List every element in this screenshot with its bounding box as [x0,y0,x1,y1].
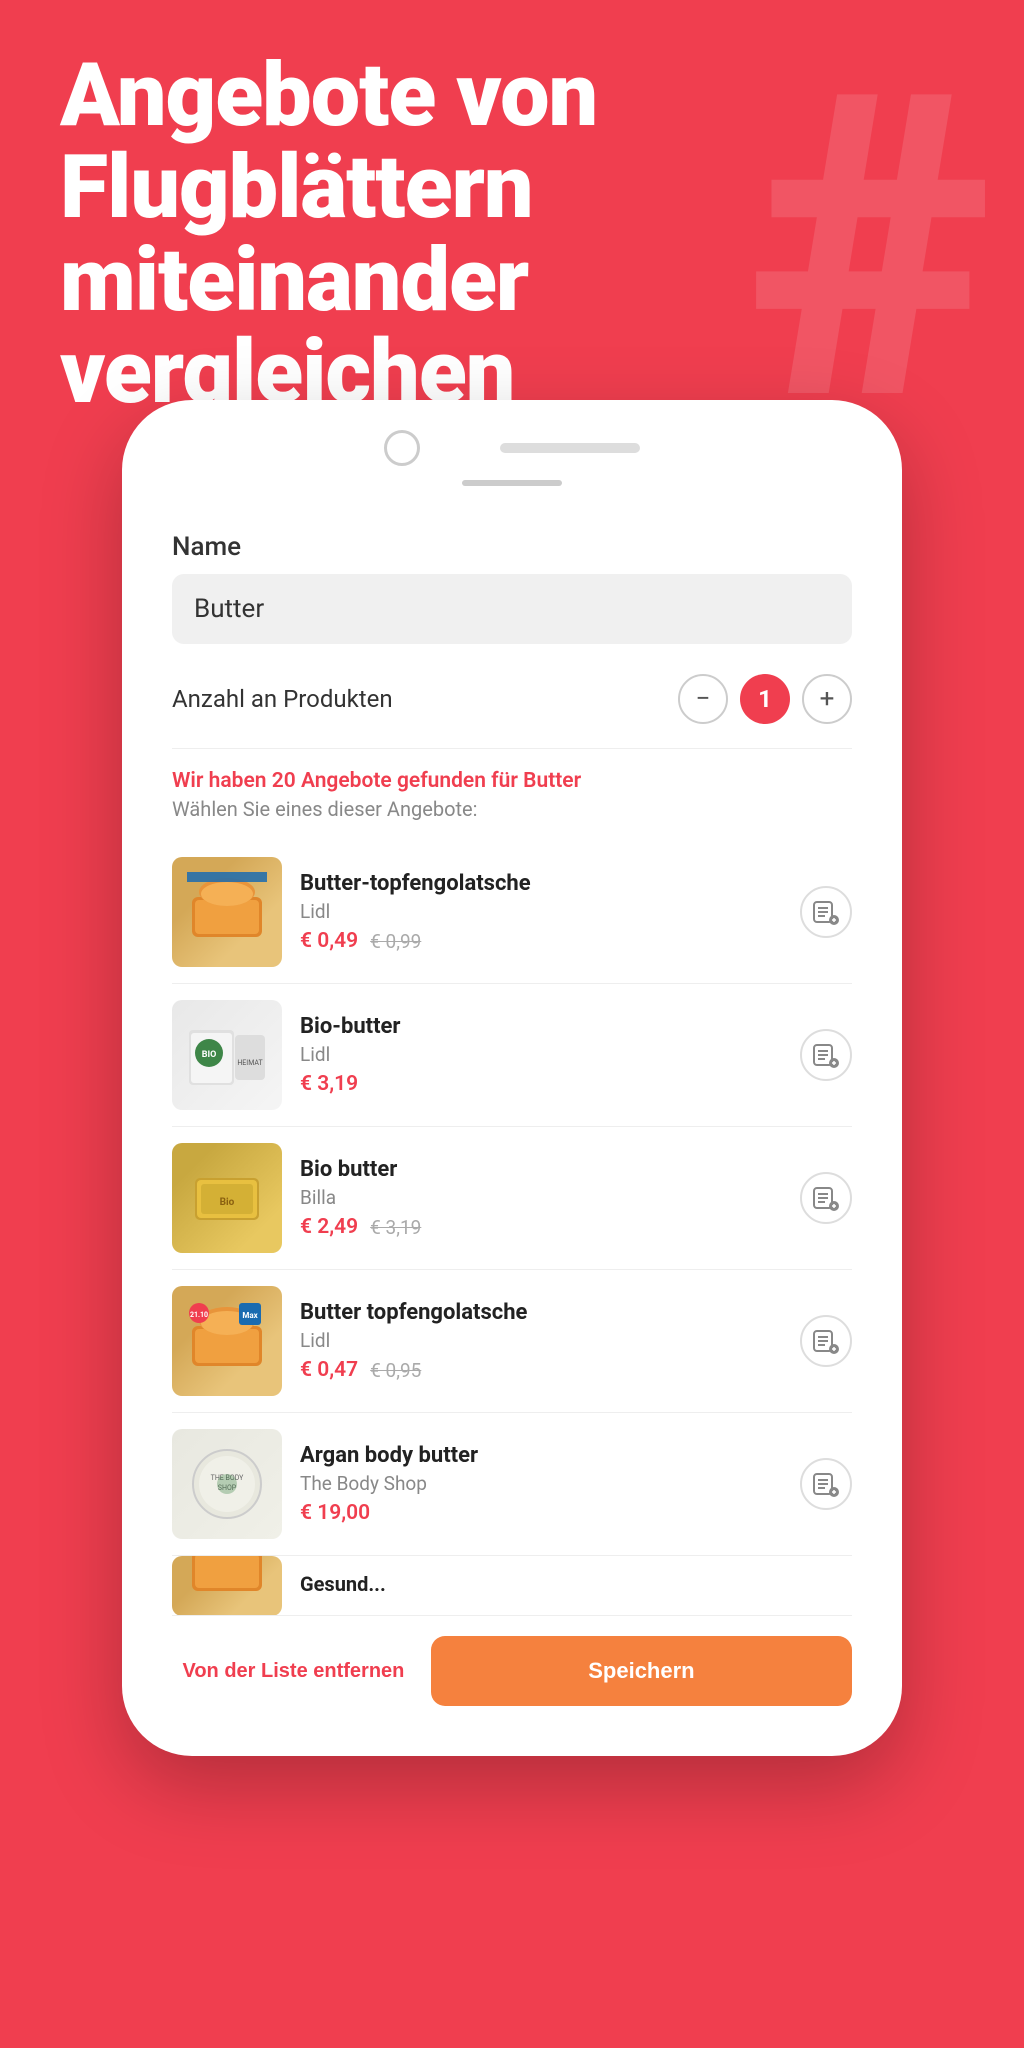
product-store: The Body Shop [300,1472,782,1495]
product-store: Lidl [300,1043,782,1066]
price-old: € 0,95 [370,1359,421,1382]
results-header: Wir haben 20 Angebote gefunden für Butte… [172,769,852,821]
product-info: Bio butter Billa € 2,49 € 3,19 [300,1157,782,1239]
product-prices: € 2,49 € 3,19 [300,1215,782,1239]
product-image: Bio [172,1143,282,1253]
product-info: Argan body butter The Body Shop € 19,00 [300,1443,782,1525]
product-info: Butter topfengolatsche Lidl € 0,47 € 0,9… [300,1300,782,1382]
price-old: € 0,99 [370,930,421,953]
phone-screen: Name Butter Anzahl an Produkten − 1 + Wi… [142,502,882,1736]
product-name: Butter-topfengolatsche [300,871,782,896]
product-item: Bio Bio butter Billa € 2,49 € 3,19 [172,1127,852,1270]
results-subtext: Wählen Sie eines dieser Angebote: [172,797,852,821]
product-item: Butter-topfengolatsche Lidl € 0,49 € 0,9… [172,841,852,984]
product-name: Argan body butter [300,1443,782,1468]
price-current: € 0,49 [300,929,358,953]
svg-text:Max: Max [242,1311,258,1320]
save-button[interactable]: Speichern [431,1636,852,1706]
product-store: Lidl [300,1329,782,1352]
add-to-list-button[interactable] [800,1172,852,1224]
product-store: Lidl [300,900,782,923]
product-item: Gesund... [172,1556,852,1616]
add-to-list-button[interactable] [800,1029,852,1081]
scroll-indicator [462,480,562,486]
product-info: Butter-topfengolatsche Lidl € 0,49 € 0,9… [300,871,782,953]
remove-button[interactable]: Von der Liste entfernen [172,1636,415,1706]
svg-text:HEIMAT: HEIMAT [237,1059,263,1067]
add-to-list-button[interactable] [800,1315,852,1367]
product-image [172,1556,282,1616]
product-name: Bio-butter [300,1014,782,1039]
name-label: Name [172,532,852,562]
anzahl-row: Anzahl an Produkten − 1 + [172,674,852,724]
product-name: Gesund... [300,1572,852,1596]
product-info: Bio-butter Lidl € 3,19 [300,1014,782,1096]
product-prices: € 0,47 € 0,95 [300,1358,782,1382]
add-to-list-button[interactable] [800,1458,852,1510]
price-current: € 19,00 [300,1501,370,1525]
product-image: 21.10 Max [172,1286,282,1396]
stepper-plus[interactable]: + [802,674,852,724]
hero-section: Angebote von Flugblättern miteinander ve… [60,50,597,420]
stepper-count: 1 [740,674,790,724]
phone-mockup: Name Butter Anzahl an Produkten − 1 + Wi… [122,400,902,1756]
name-input[interactable]: Butter [172,574,852,644]
product-info: Gesund... [300,1572,852,1600]
product-prices: € 0,49 € 0,99 [300,929,782,953]
phone-top-bar [142,430,882,466]
product-list: Butter-topfengolatsche Lidl € 0,49 € 0,9… [172,841,852,1616]
anzahl-label: Anzahl an Produkten [172,685,393,713]
product-image: THE BODY SHOP [172,1429,282,1539]
product-item: THE BODY SHOP Argan body butter The Body… [172,1413,852,1556]
product-item: 21.10 Max Butter topfengolatsche Lidl € … [172,1270,852,1413]
bg-decoration: # [750,40,994,460]
price-current: € 3,19 [300,1072,358,1096]
section-divider [172,748,852,749]
product-item: BIO HEIMAT Bio-butter Lidl € 3,19 [172,984,852,1127]
phone-speaker [500,443,640,453]
svg-text:21.10: 21.10 [190,1311,208,1319]
price-current: € 2,49 [300,1215,358,1239]
phone-camera [384,430,420,466]
stepper-minus[interactable]: − [678,674,728,724]
product-name: Bio butter [300,1157,782,1182]
product-name: Butter topfengolatsche [300,1300,782,1325]
hero-title: Angebote von Flugblättern miteinander ve… [60,50,597,420]
price-current: € 0,47 [300,1358,358,1382]
product-prices: € 19,00 [300,1501,782,1525]
add-to-list-button[interactable] [800,886,852,938]
product-prices: € 3,19 [300,1072,782,1096]
bottom-actions: Von der Liste entfernen Speichern [172,1616,852,1736]
product-image [172,857,282,967]
stepper: − 1 + [678,674,852,724]
svg-text:BIO: BIO [202,1050,217,1060]
price-old: € 3,19 [370,1216,421,1239]
product-store: Billa [300,1186,782,1209]
product-image: BIO HEIMAT [172,1000,282,1110]
results-count: Wir haben 20 Angebote gefunden für Butte… [172,769,852,793]
svg-text:Bio: Bio [220,1197,235,1208]
